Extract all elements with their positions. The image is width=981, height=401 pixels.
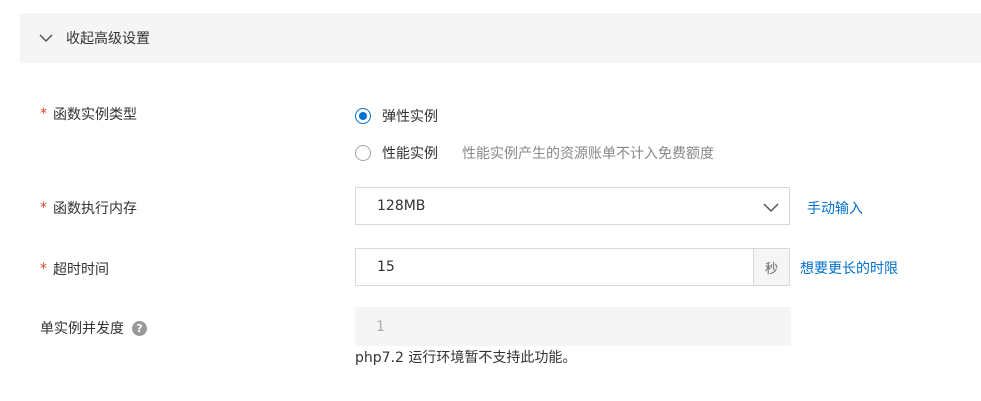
timeout-input-group: 秒	[355, 248, 790, 286]
memory-label: * 函数执行内存	[40, 198, 137, 218]
timeout-input[interactable]	[355, 248, 753, 286]
concurrency-label-text: 单实例并发度	[40, 321, 124, 337]
required-mark: *	[40, 200, 47, 216]
concurrency-unsupported-note: php7.2 运行环境暂不支持此功能。	[355, 350, 577, 366]
radio-performance-instance[interactable]: 性能实例 性能实例产生的资源账单不计入免费额度	[355, 143, 714, 163]
timeout-label-text: 超时时间	[53, 262, 109, 278]
concurrency-input	[355, 307, 791, 346]
collapse-advanced-settings-toggle[interactable]: 收起高级设置	[20, 13, 981, 63]
radio-performance-instance-label: 性能实例	[382, 146, 438, 162]
required-mark: *	[40, 261, 47, 277]
manual-input-link[interactable]: 手动输入	[807, 198, 863, 218]
radio-checked-icon	[355, 108, 371, 124]
instance-type-label-text: 函数实例类型	[53, 107, 137, 123]
timeout-label: * 超时时间	[40, 259, 109, 279]
chevron-down-icon	[39, 31, 53, 45]
timeout-unit: 秒	[753, 248, 790, 286]
chevron-down-icon	[763, 199, 779, 215]
radio-unchecked-icon	[355, 145, 371, 161]
longer-timeout-link[interactable]: 想要更长的时限	[800, 258, 898, 278]
question-circle-icon[interactable]: ?	[132, 320, 147, 336]
concurrency-label: 单实例并发度 ?	[40, 318, 147, 338]
radio-elastic-instance-label: 弹性实例	[382, 109, 438, 125]
performance-instance-hint: 性能实例产生的资源账单不计入免费额度	[462, 146, 714, 162]
radio-elastic-instance[interactable]: 弹性实例	[355, 106, 438, 126]
collapse-advanced-settings-label: 收起高级设置	[66, 31, 150, 47]
memory-select[interactable]: 128MB	[355, 187, 790, 225]
advanced-settings-panel: 收起高级设置 * 函数实例类型 弹性实例 性能实例 性能实例产生的资源账单不计入…	[0, 0, 981, 401]
memory-label-text: 函数执行内存	[53, 201, 137, 217]
required-mark: *	[40, 106, 47, 122]
memory-select-value: 128MB	[377, 198, 426, 214]
instance-type-label: * 函数实例类型	[40, 104, 137, 124]
